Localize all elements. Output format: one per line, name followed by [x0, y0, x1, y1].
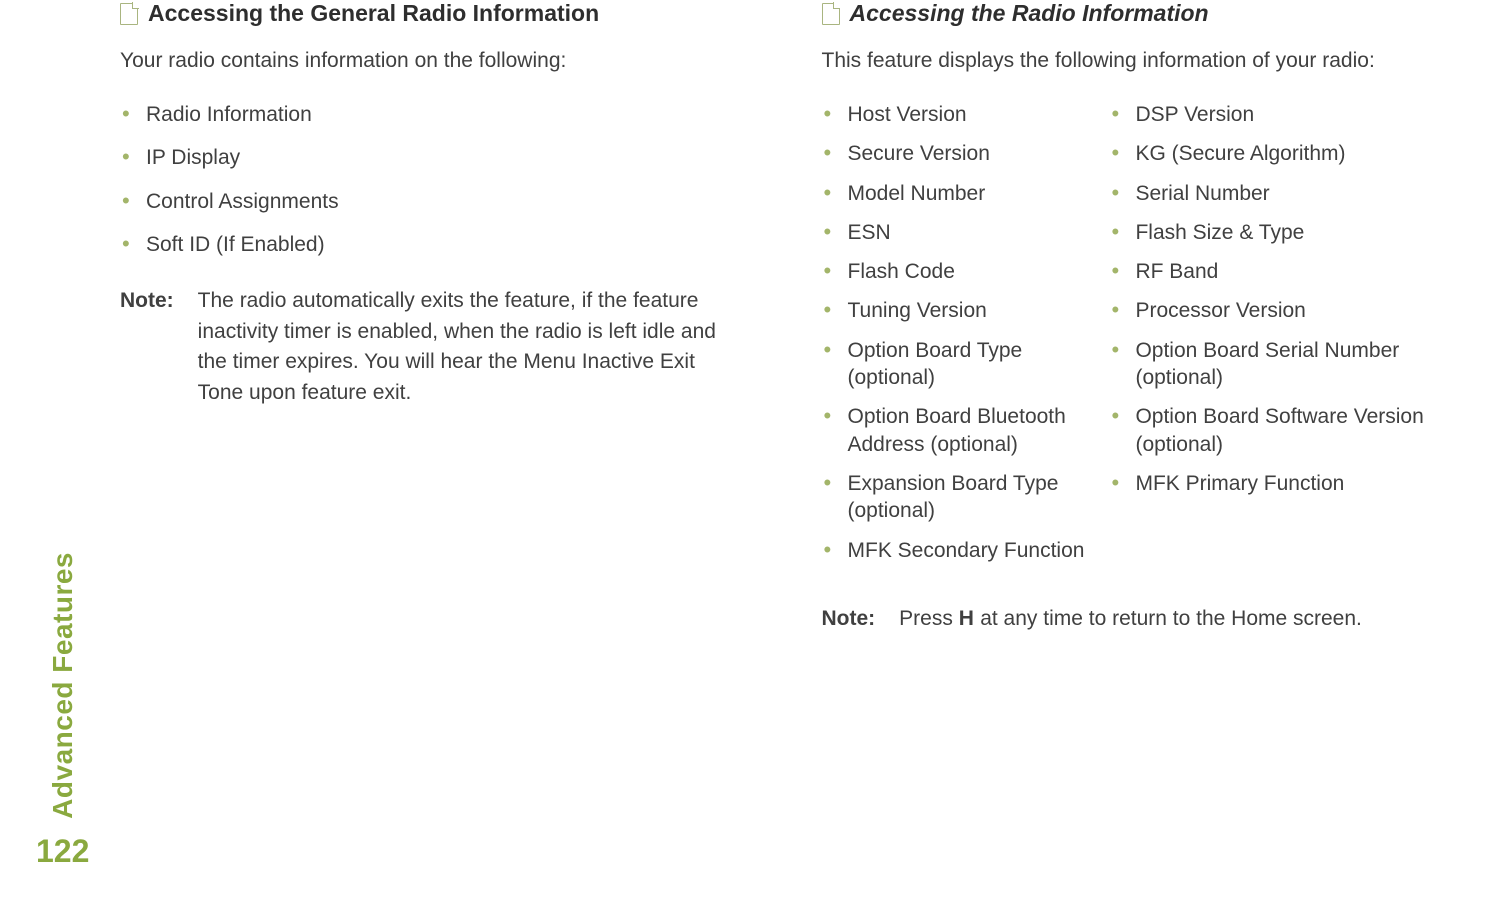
section-label: Advanced Features — [47, 552, 79, 819]
content-columns: Accessing the General Radio Information … — [120, 0, 1443, 634]
list-item: Flash Code — [822, 258, 1100, 285]
left-note: Note: The radio automatically exits the … — [120, 286, 742, 408]
list-item: Soft ID (If Enabled) — [120, 231, 742, 258]
list-item: Expansion Board Type (optional) — [822, 470, 1100, 525]
list-item: MFK Primary Function — [1109, 470, 1443, 497]
sidebar: Advanced Features 122 — [36, 552, 89, 870]
note-text: The radio automatically exits the featur… — [198, 286, 742, 408]
list-item: ESN — [822, 219, 1100, 246]
document-icon — [822, 3, 840, 25]
list-item: Host Version — [822, 101, 1100, 128]
list-item: Secure Version — [822, 140, 1100, 167]
list-item: RF Band — [1109, 258, 1443, 285]
list-item: IP Display — [120, 144, 742, 171]
right-column: Accessing the Radio Information This fea… — [822, 0, 1444, 634]
list-item: KG (Secure Algorithm) — [1109, 140, 1443, 167]
list-item: MFK Secondary Function — [822, 537, 1100, 564]
document-icon — [120, 3, 138, 25]
list-item: Option Board Type (optional) — [822, 337, 1100, 392]
list-item: Option Board Serial Number (optional) — [1109, 337, 1443, 392]
home-key-icon: H — [959, 607, 975, 630]
page-number: 122 — [36, 833, 89, 870]
list-item: DSP Version — [1109, 101, 1443, 128]
list-item: Serial Number — [1109, 180, 1443, 207]
note-suffix: at any time to return to the Home screen… — [974, 607, 1362, 630]
list-item: Option Board Bluetooth Address (optional… — [822, 403, 1100, 458]
note-label: Note: — [822, 604, 876, 634]
right-bullet-list-col2: DSP Version KG (Secure Algorithm) Serial… — [1109, 101, 1443, 576]
right-heading: Accessing the Radio Information — [822, 0, 1444, 27]
list-item: Radio Information — [120, 101, 742, 128]
right-intro: This feature displays the following info… — [822, 49, 1444, 73]
left-column: Accessing the General Radio Information … — [120, 0, 742, 634]
note-prefix: Press — [899, 607, 959, 630]
left-heading-text: Accessing the General Radio Information — [148, 0, 599, 27]
right-heading-text: Accessing the Radio Information — [850, 0, 1209, 27]
right-note: Note: Press H at any time to return to t… — [822, 604, 1444, 634]
left-heading: Accessing the General Radio Information — [120, 0, 742, 27]
document-page: Advanced Features 122 Accessing the Gene… — [0, 0, 1503, 898]
right-two-col-list: Host Version Secure Version Model Number… — [822, 101, 1444, 576]
left-intro: Your radio contains information on the f… — [120, 49, 742, 73]
list-item: Flash Size & Type — [1109, 219, 1443, 246]
note-label: Note: — [120, 286, 174, 408]
left-bullet-list: Radio Information IP Display Control Ass… — [120, 101, 742, 258]
list-item: Option Board Software Version (optional) — [1109, 403, 1443, 458]
list-item: Tuning Version — [822, 297, 1100, 324]
list-item: Model Number — [822, 180, 1100, 207]
list-item: Control Assignments — [120, 188, 742, 215]
right-bullet-list-col1: Host Version Secure Version Model Number… — [822, 101, 1100, 576]
list-item: Processor Version — [1109, 297, 1443, 324]
note-text: Press H at any time to return to the Hom… — [899, 604, 1443, 634]
